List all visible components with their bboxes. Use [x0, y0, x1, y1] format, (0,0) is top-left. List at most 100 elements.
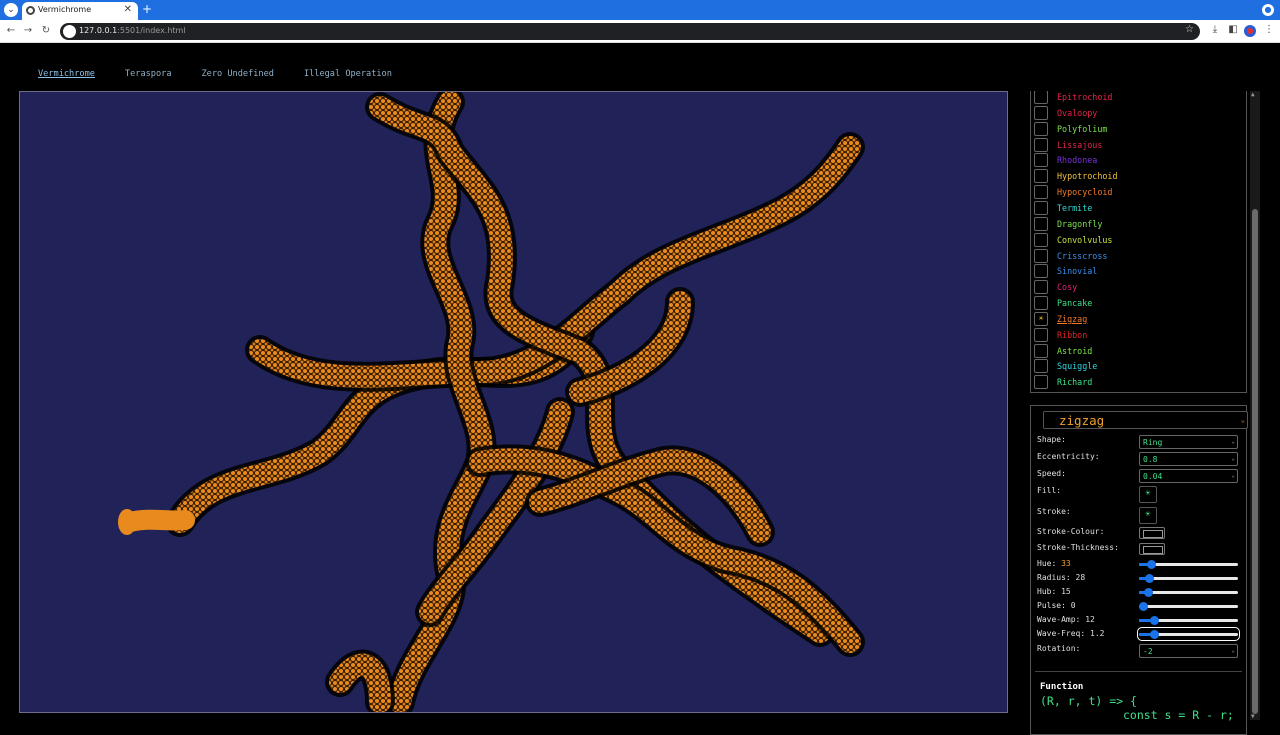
curve-checkbox[interactable]: ☀	[1034, 311, 1048, 326]
tab-search-icon[interactable]: ⌄	[4, 3, 18, 17]
list-item[interactable]: Hypocycloid	[1034, 185, 1112, 200]
curve-label[interactable]: Epitrochoid	[1057, 92, 1112, 102]
list-item[interactable]: Termite	[1034, 200, 1092, 215]
panel-scrollbar[interactable]: ▲ ▼	[1250, 91, 1260, 720]
rotation-select[interactable]: -2 ⌄	[1139, 644, 1238, 658]
download-icon[interactable]: ⤓	[1208, 24, 1222, 35]
profile-icon[interactable]: ●	[1262, 4, 1274, 16]
pulse-label: Pulse: 0	[1037, 601, 1076, 610]
list-item[interactable]: Crisscross	[1034, 248, 1107, 263]
site-info-icon[interactable]	[63, 25, 76, 38]
curve-checkbox[interactable]	[1034, 280, 1048, 295]
stroke-thickness-input[interactable]	[1139, 543, 1165, 555]
curve-checkbox[interactable]	[1034, 248, 1048, 263]
nav-link-zero-undefined[interactable]: Zero Undefined	[202, 69, 274, 79]
scroll-thumb[interactable]	[1252, 209, 1258, 714]
curve-checkbox[interactable]	[1034, 343, 1048, 358]
list-item[interactable]: Ovaloopy	[1034, 105, 1097, 120]
address-bar[interactable]: 127.0.0.1:5501/index.html ☆	[60, 23, 1200, 40]
curve-label[interactable]: Zigzag	[1057, 314, 1087, 324]
curve-checkbox[interactable]	[1034, 169, 1048, 184]
curve-checkbox[interactable]	[1034, 105, 1048, 120]
curve-label[interactable]: Squiggle	[1057, 361, 1097, 371]
fill-toggle[interactable]: ☀	[1139, 486, 1157, 503]
curve-checkbox[interactable]	[1034, 200, 1048, 215]
curve-checkbox[interactable]	[1034, 137, 1048, 152]
list-item[interactable]: Epitrochoid	[1034, 91, 1112, 104]
curve-label[interactable]: Hypocycloid	[1057, 187, 1112, 197]
curve-label[interactable]: Polyfolium	[1057, 124, 1107, 134]
browser-menu-icon[interactable]: ⋮	[1262, 24, 1276, 35]
radius-label: Radius: 28	[1037, 573, 1086, 582]
curve-checkbox[interactable]	[1034, 327, 1048, 342]
list-item[interactable]: Squiggle	[1034, 359, 1097, 374]
list-item[interactable]: ☀ Zigzag	[1034, 311, 1087, 326]
curve-checkbox[interactable]	[1034, 359, 1048, 374]
pulse-slider[interactable]	[1139, 601, 1238, 611]
wave-freq-slider[interactable]	[1137, 627, 1240, 641]
forward-button[interactable]: →	[21, 24, 35, 38]
side-panel-icon[interactable]: ◧	[1226, 24, 1240, 35]
speed-select[interactable]: 0.04 ⌄	[1139, 469, 1238, 483]
list-item[interactable]: Cosy	[1034, 280, 1077, 295]
curve-label[interactable]: Lissajous	[1057, 140, 1102, 150]
curve-checkbox[interactable]	[1034, 216, 1048, 231]
list-item[interactable]: Rhodonea	[1034, 153, 1097, 168]
curve-label[interactable]: Astroid	[1057, 346, 1092, 356]
fill-label: Fill:	[1037, 486, 1062, 495]
curve-checkbox[interactable]	[1034, 264, 1048, 279]
list-item[interactable]: Ribbon	[1034, 327, 1087, 342]
curve-checkbox[interactable]	[1034, 296, 1048, 311]
stroke-colour-picker[interactable]	[1139, 527, 1165, 539]
new-tab-button[interactable]: +	[142, 2, 152, 16]
hue-slider[interactable]	[1139, 559, 1238, 569]
list-item[interactable]: Polyfolium	[1034, 121, 1107, 136]
back-button[interactable]: ←	[4, 24, 18, 38]
curve-label[interactable]: Sinovial	[1057, 266, 1097, 276]
curve-checkbox[interactable]	[1034, 91, 1048, 104]
curve-checkbox[interactable]	[1034, 375, 1048, 390]
eccentricity-select[interactable]: 0.8 ⌄	[1139, 452, 1238, 466]
scroll-up-icon[interactable]: ▲	[1251, 91, 1255, 98]
curve-label[interactable]: Rhodonea	[1057, 155, 1097, 165]
worm-trail	[120, 509, 195, 532]
curve-label[interactable]: Crisscross	[1057, 251, 1107, 261]
curve-label[interactable]: Ovaloopy	[1057, 108, 1097, 118]
browser-tab[interactable]: Vermichrome ✕	[22, 2, 138, 20]
shape-select[interactable]: Ring ⌄	[1139, 435, 1238, 449]
list-item[interactable]: Hypotrochoid	[1034, 169, 1118, 184]
curve-label[interactable]: Cosy	[1057, 282, 1077, 292]
curve-checkbox[interactable]	[1034, 121, 1048, 136]
reload-button[interactable]: ↻	[39, 24, 53, 38]
close-tab-icon[interactable]: ✕	[124, 4, 132, 15]
list-item[interactable]: Pancake	[1034, 296, 1092, 311]
curve-label[interactable]: Dragonfly	[1057, 219, 1102, 229]
list-item[interactable]: Sinovial	[1034, 264, 1097, 279]
list-item[interactable]: Lissajous	[1034, 137, 1102, 152]
curve-label[interactable]: Pancake	[1057, 298, 1092, 308]
curve-label[interactable]: Ribbon	[1057, 330, 1087, 340]
list-item[interactable]: Dragonfly	[1034, 216, 1102, 231]
curve-checkbox[interactable]	[1034, 185, 1048, 200]
curve-label[interactable]: Termite	[1057, 203, 1092, 213]
curve-label[interactable]: Hypotrochoid	[1057, 171, 1118, 181]
bookmark-star-icon[interactable]: ☆	[1185, 24, 1194, 35]
scroll-down-icon[interactable]: ▼	[1251, 713, 1255, 720]
curve-checkbox[interactable]	[1034, 153, 1048, 168]
hub-slider[interactable]	[1139, 587, 1238, 597]
list-item[interactable]: Astroid	[1034, 343, 1092, 358]
stroke-toggle[interactable]: ☀	[1139, 507, 1157, 524]
curve-checkbox[interactable]	[1034, 232, 1048, 247]
wave-amp-slider[interactable]	[1139, 615, 1238, 625]
avatar[interactable]	[1244, 25, 1256, 37]
list-item[interactable]: Richard	[1034, 375, 1092, 390]
nav-link-vermichrome[interactable]: Vermichrome	[38, 69, 95, 79]
drawing-canvas[interactable]	[19, 91, 1008, 713]
list-item[interactable]: Convolvulus	[1034, 232, 1112, 247]
curve-label[interactable]: Richard	[1057, 377, 1092, 387]
nav-link-illegal-operation[interactable]: Illegal Operation	[304, 69, 392, 79]
preset-select[interactable]: zigzag ⌄	[1043, 411, 1248, 429]
nav-link-teraspora[interactable]: Teraspora	[125, 69, 172, 79]
curve-label[interactable]: Convolvulus	[1057, 235, 1112, 245]
radius-slider[interactable]	[1139, 573, 1238, 583]
